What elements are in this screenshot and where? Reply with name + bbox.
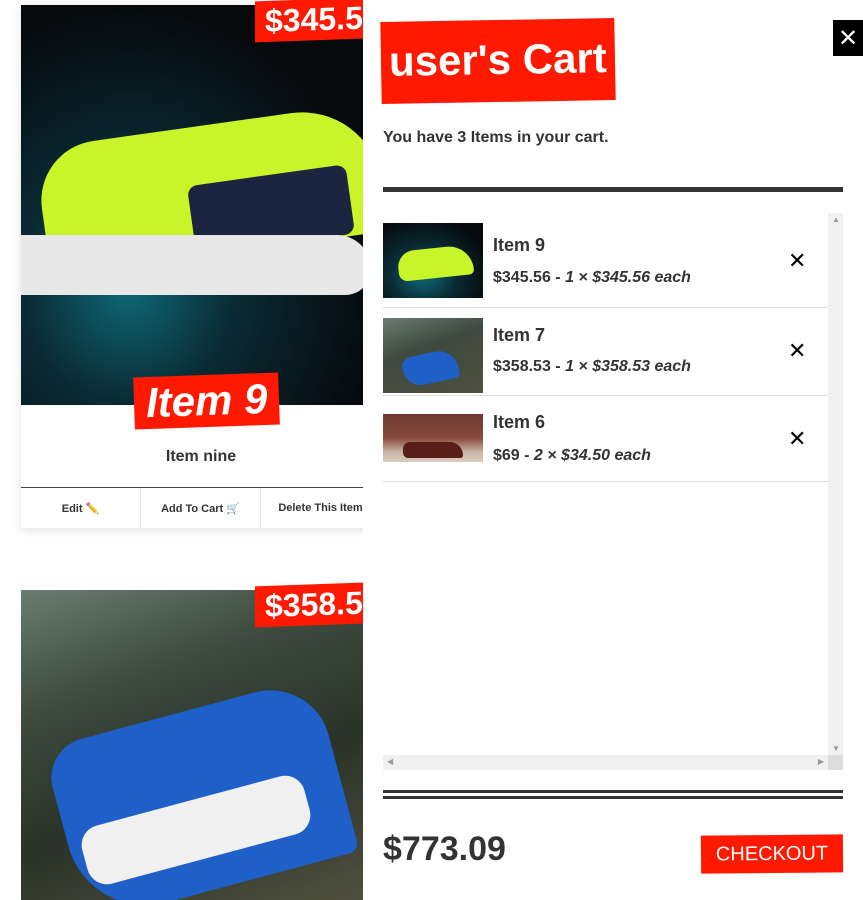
cart-item-price: $345.56 - 1 × $345.56 each: [493, 269, 691, 287]
cart-item: Item 7 $358.53 - 1 × $358.53 each ✕: [383, 308, 828, 396]
cart-item-separator: -: [550, 358, 566, 375]
product-title: Item 9: [133, 372, 281, 430]
scrollbar-corner: [828, 755, 843, 770]
cart-title: user's Cart: [380, 17, 616, 105]
shoe-sole-shape: [21, 235, 371, 295]
product-actions: Edit ✏️ Add To Cart 🛒 Delete This Item: [21, 487, 381, 528]
product-card: $345.56 Item 9 Item nine Edit ✏️ Add To …: [21, 0, 391, 528]
close-icon[interactable]: ✕: [833, 20, 863, 56]
cart-item-name: Item 9: [493, 235, 546, 255]
cart-items-scroll-area[interactable]: Item 9 $345.56 - 1 × $345.56 each ✕ Item…: [383, 213, 843, 770]
cart-item-multiplier: 1 × $358.53 each: [565, 358, 691, 375]
checkout-button[interactable]: CHECKOUT: [700, 834, 844, 874]
product-card: $358.53: [21, 581, 391, 900]
cart-item-multiplier: 1 × $345.56 each: [565, 269, 691, 286]
horizontal-scrollbar[interactable]: ◀ ▶: [383, 755, 828, 770]
cart-item-total: $358.53: [493, 358, 551, 375]
divider: [383, 187, 843, 192]
cart-item-thumbnail: [383, 414, 483, 462]
cart-item-name: Item 7: [493, 325, 546, 345]
edit-button[interactable]: Edit ✏️: [21, 488, 141, 528]
cart-item-multiplier: 2 × $34.50 each: [533, 447, 651, 464]
cart-item-price: $358.53 - 1 × $358.53 each: [493, 358, 691, 376]
divider: [383, 790, 843, 799]
scroll-down-icon[interactable]: ▼: [832, 744, 840, 753]
scroll-up-icon[interactable]: ▲: [832, 215, 840, 224]
vertical-scrollbar[interactable]: ▲ ▼: [828, 213, 843, 755]
cart-item-name: Item 6: [493, 412, 546, 432]
cart-items-list: Item 9 $345.56 - 1 × $345.56 each ✕ Item…: [383, 213, 828, 482]
scroll-right-icon[interactable]: ▶: [818, 757, 824, 766]
cart-item: Item 9 $345.56 - 1 × $345.56 each ✕: [383, 213, 828, 308]
cart-item-separator: -: [550, 269, 566, 286]
product-image: [21, 590, 381, 900]
cart-item-total: $345.56: [493, 269, 551, 286]
product-image: [21, 5, 381, 405]
cart-count-text: You have 3 Items in your cart.: [383, 129, 609, 146]
add-to-cart-button[interactable]: Add To Cart 🛒: [141, 488, 261, 528]
cart-item-separator: -: [519, 447, 534, 464]
product-description: Item nine: [165, 448, 237, 465]
cart-item: Item 6 $69 - 2 × $34.50 each ✕: [383, 396, 828, 482]
remove-item-icon[interactable]: ✕: [788, 338, 806, 364]
cart-drawer: user's Cart You have 3 Items in your car…: [363, 0, 863, 900]
cart-item-thumbnail: [383, 318, 483, 393]
cart-item-thumbnail: [383, 223, 483, 298]
cart-item-total: $69: [493, 447, 520, 464]
remove-item-icon[interactable]: ✕: [788, 248, 806, 274]
scroll-left-icon[interactable]: ◀: [387, 757, 393, 766]
cart-item-price: $69 - 2 × $34.50 each: [493, 447, 651, 465]
cart-total: $773.09: [383, 830, 506, 868]
remove-item-icon[interactable]: ✕: [788, 426, 806, 452]
